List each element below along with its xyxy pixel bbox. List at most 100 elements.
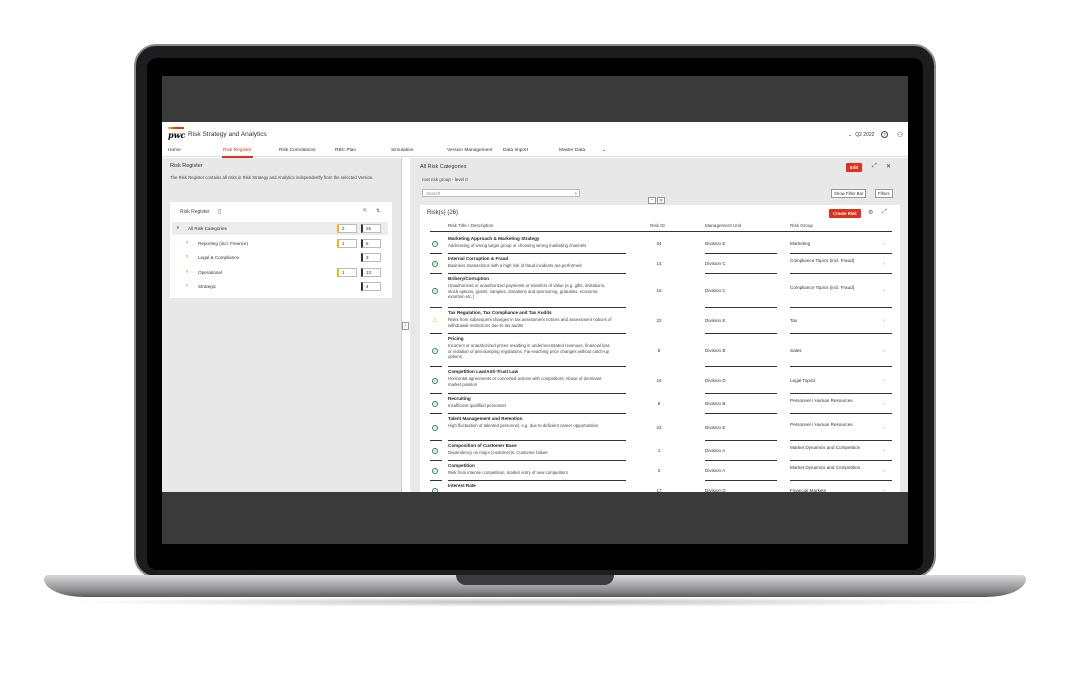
nav-risk-register[interactable]: Risk Register bbox=[222, 148, 253, 158]
tree-item-strategic[interactable]: › Strategic 4 bbox=[172, 280, 388, 293]
nav-master-data[interactable]: Master Data bbox=[559, 148, 585, 153]
risk-id: 15 bbox=[656, 288, 662, 293]
chevron-right-icon[interactable]: › bbox=[883, 288, 885, 294]
chevron-right-icon[interactable]: › bbox=[883, 448, 885, 454]
table-row[interactable]: ✓ Recruiting Insufficient qualified person… bbox=[420, 394, 900, 414]
risk-group: Personnel / Human Resources bbox=[790, 422, 853, 427]
check-circle-icon: ✓ bbox=[432, 448, 438, 454]
chevron-right-icon[interactable]: › bbox=[186, 240, 188, 246]
document-icon[interactable]: ▯ bbox=[218, 208, 221, 215]
screen-empty-bottom bbox=[162, 492, 908, 544]
chevron-right-icon[interactable]: › bbox=[883, 318, 885, 324]
risk-group: Financial Markets bbox=[790, 488, 826, 492]
pin-icon[interactable]: ⚲ bbox=[657, 197, 665, 204]
chevron-down-icon[interactable]: ⌄ bbox=[602, 148, 606, 153]
collapse-header-icon[interactable]: ⌃ bbox=[648, 197, 656, 204]
table-row[interactable]: ✓ Pricing Incorrect or unauthorized prices… bbox=[420, 334, 900, 367]
fullscreen-icon[interactable]: ⤢ bbox=[872, 163, 877, 170]
risk-title: Interest Rate bbox=[448, 483, 476, 488]
create-risk-button[interactable]: Create Risk bbox=[829, 209, 861, 218]
chevron-down-icon[interactable]: ∨ bbox=[176, 225, 180, 231]
risk-title: Bribery/Corruption bbox=[448, 276, 490, 281]
risk-description: Horizontal agreements or concerted actio… bbox=[448, 376, 602, 387]
risk-category-tree: Risk Register ▯ ⇱ ⇅ ∨ All Risk Categorie… bbox=[170, 202, 392, 298]
table-row[interactable]: ✓ Marketing Approach & Marketing Strategy… bbox=[420, 234, 900, 254]
chevron-right-icon[interactable]: › bbox=[186, 254, 188, 260]
search-input[interactable]: Search ⌕ bbox=[422, 189, 580, 197]
column-header-risk-group[interactable]: Risk Group bbox=[790, 223, 813, 228]
period-selector[interactable]: ⌄ Q2 2022 bbox=[848, 132, 874, 138]
check-circle-icon: ✓ bbox=[432, 241, 438, 247]
chevron-right-icon[interactable]: › bbox=[186, 269, 188, 275]
help-icon[interactable]: ? bbox=[881, 131, 888, 138]
risk-id: 23 bbox=[656, 425, 662, 430]
nav-simulation[interactable]: Simulation bbox=[391, 148, 413, 153]
sort-icon[interactable]: ⇅ bbox=[376, 208, 380, 214]
total-count: 6 bbox=[361, 239, 381, 248]
filters-button[interactable]: Filters bbox=[875, 189, 893, 198]
risk-id: 1 bbox=[657, 448, 661, 453]
gear-icon[interactable]: ⚙ bbox=[868, 209, 873, 216]
tree-item-legal[interactable]: › Legal & Compliance 3 bbox=[172, 251, 388, 264]
chevron-right-icon[interactable]: › bbox=[883, 425, 885, 431]
table-row[interactable]: ✓ Bribery/Corruption Unauthorized or unaut… bbox=[420, 274, 900, 308]
table-row[interactable]: ✓ Composition of Customer Base Dependency … bbox=[420, 441, 900, 461]
warning-count: 1 bbox=[337, 268, 357, 277]
tree-item-label: Reporting (incl. Finance) bbox=[198, 241, 249, 246]
risk-group: Market Dynamics and Competition bbox=[790, 465, 861, 470]
table-row[interactable]: ⚠ Tax Regulation, Tax Compliance and Tax … bbox=[420, 308, 900, 334]
nav-home[interactable]: Home bbox=[168, 148, 181, 153]
tree-item-label: Legal & Compliance bbox=[198, 255, 240, 260]
risk-description: Insufficient qualified personnel bbox=[448, 403, 506, 408]
close-icon[interactable]: ✕ bbox=[886, 163, 891, 170]
column-header-risk-id[interactable]: Risk ID bbox=[650, 223, 665, 228]
table-row[interactable]: ✓ Competition Law/Anti-Trust Law Horizonta… bbox=[420, 367, 900, 394]
tree-item-label: All Risk Categories bbox=[188, 226, 227, 231]
risk-id: 24 bbox=[656, 241, 662, 246]
table-row[interactable]: ✓ Internal Corruption & Fraud Business tra… bbox=[420, 254, 900, 274]
nav-version-management[interactable]: Version Management bbox=[447, 148, 492, 153]
risk-title: Composition of Customer Base bbox=[448, 443, 517, 448]
tree-item-all[interactable]: ∨ All Risk Categories 2 26 bbox=[172, 222, 388, 235]
management-unit: Division A bbox=[705, 468, 726, 473]
table-row[interactable]: ✓ Talent Management and Retention High flu… bbox=[420, 414, 900, 441]
table-row[interactable]: ✓ Interest Rate 17 Division D Financial Mark… bbox=[420, 481, 900, 492]
tree-item-reporting[interactable]: › Reporting (incl. Finance) 1 6 bbox=[172, 237, 388, 250]
tree-item-operational[interactable]: › Operational 1 13 bbox=[172, 266, 388, 279]
left-panel-title: Risk Register bbox=[170, 163, 203, 169]
chevron-right-icon[interactable]: › bbox=[883, 261, 885, 267]
search-icon[interactable]: ⌕ bbox=[574, 190, 577, 197]
risk-title: Internal Corruption & Fraud bbox=[448, 256, 509, 261]
search-placeholder: Search bbox=[426, 191, 441, 196]
chevron-right-icon[interactable]: › bbox=[186, 283, 188, 289]
risk-group: Marketing bbox=[790, 241, 811, 246]
edit-button[interactable]: Edit bbox=[846, 163, 862, 172]
chevron-right-icon[interactable]: › bbox=[883, 488, 885, 492]
right-panel: All Risk Categories Edit ⤢ ✕ root risk g… bbox=[410, 158, 908, 492]
management-unit: Division D bbox=[705, 378, 726, 383]
risk-title: Tax Regulation, Tax Compliance and Tax A… bbox=[448, 310, 552, 315]
total-count: 26 bbox=[361, 224, 381, 233]
chevron-right-icon[interactable]: › bbox=[883, 348, 885, 354]
risk-title: Pricing bbox=[448, 336, 464, 341]
chevron-right-icon[interactable]: › bbox=[883, 401, 885, 407]
management-unit: Division E bbox=[705, 425, 726, 430]
show-filter-bar-button[interactable]: Show Filter Bar bbox=[831, 189, 867, 198]
risk-title: Recruiting bbox=[448, 396, 471, 401]
nav-data-import[interactable]: Data Import bbox=[503, 148, 528, 153]
expand-icon[interactable]: ⤢ bbox=[882, 209, 887, 216]
column-header-management-unit[interactable]: Management Unit bbox=[705, 223, 741, 228]
nav-risk-correlations[interactable]: Risk Correlations bbox=[279, 148, 316, 153]
panel-splitter-handle[interactable]: › bbox=[402, 322, 409, 330]
chevron-right-icon[interactable]: › bbox=[883, 468, 885, 474]
app-window: pwc Risk Strategy and Analytics ⌄ Q2 2022… bbox=[162, 122, 908, 492]
nav-rbc-plan[interactable]: RBC Plan bbox=[335, 148, 356, 153]
chevron-right-icon[interactable]: › bbox=[883, 241, 885, 247]
export-icon[interactable]: ⇱ bbox=[363, 208, 367, 214]
chevron-right-icon[interactable]: › bbox=[883, 378, 885, 384]
risk-id: 14 bbox=[656, 261, 662, 266]
management-unit: Division D bbox=[705, 488, 726, 492]
user-icon[interactable]: ⚇ bbox=[897, 131, 903, 139]
table-row[interactable]: ✓ Competition Risk from intense competitio… bbox=[420, 461, 900, 481]
column-header-title[interactable]: Risk Title / Description bbox=[448, 223, 493, 228]
